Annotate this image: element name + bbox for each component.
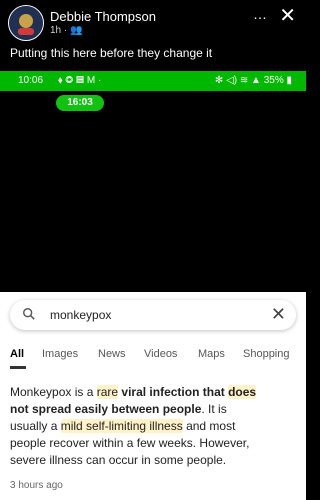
search-input[interactable]: monkeypox [50, 308, 111, 322]
snippet-line1-a: Monkeypox is a [10, 385, 97, 399]
snippet-line4: people recover within a few weeks. Howev… [10, 436, 250, 450]
highlight-mild: mild self-limiting illness [60, 419, 183, 433]
tab-shopping[interactable]: Shopping [243, 348, 290, 360]
tab-videos[interactable]: Videos [144, 348, 177, 360]
avatar[interactable] [8, 5, 44, 41]
status-right-icons: ✻ ◁) ≋ ▲ 35% ▮ [214, 75, 292, 86]
highlight-rare: rare [96, 385, 119, 399]
snippet-line2: not spread easily between people [10, 402, 202, 416]
tab-all[interactable]: All [10, 348, 24, 360]
friends-icon: · 👥 [63, 25, 83, 36]
call-pill[interactable]: 16:03 [56, 95, 104, 111]
snippet-line1-b: viral infection that [118, 385, 229, 399]
active-tab-indicator [10, 366, 26, 369]
search-icon [23, 308, 35, 320]
avatar-image [9, 6, 43, 40]
post-caption: Putting this here before they change it [10, 46, 213, 60]
snippet-line2-tail: . It is [201, 402, 227, 416]
post-header: Debbie Thompson 1h · 👥 … ✕ Putting this … [0, 0, 306, 65]
post-meta: 1h · 👥 [50, 25, 82, 36]
phone-screenshot: 10:06 ⬧ ◎ ▤ M · ✻ ◁) ≋ ▲ 35% ▮ 16:03 mon… [0, 71, 306, 500]
snippet-line5: severe illness can occur in some people. [10, 453, 227, 467]
highlight-does: does [228, 385, 257, 399]
clear-icon[interactable]: ✕ [271, 304, 286, 325]
search-bar[interactable]: monkeypox ✕ [10, 300, 296, 330]
tab-images[interactable]: Images [42, 348, 78, 360]
tab-maps[interactable]: Maps [198, 348, 225, 360]
author-name[interactable]: Debbie Thompson [50, 9, 156, 24]
search-tabs: All Images News Videos Maps Shopping [10, 348, 300, 364]
status-time: 10:06 [18, 75, 44, 86]
tab-news[interactable]: News [98, 348, 126, 360]
snippet-line3-a: usually a [10, 419, 61, 433]
result-snippet: Monkeypox is a rare viral infection that… [10, 384, 302, 469]
more-options-icon[interactable]: … [253, 6, 268, 22]
result-timestamp: 3 hours ago [10, 480, 63, 491]
snippet-line3-b: and most [182, 419, 236, 433]
search-panel: monkeypox ✕ All Images News Videos Maps … [0, 292, 306, 500]
post-time: 1h [50, 25, 62, 36]
status-bar: 10:06 ⬧ ◎ ▤ M · ✻ ◁) ≋ ▲ 35% ▮ [0, 71, 306, 91]
close-icon[interactable]: ✕ [279, 3, 296, 28]
status-left-icons: ⬧ ◎ ▤ M · [58, 75, 102, 86]
